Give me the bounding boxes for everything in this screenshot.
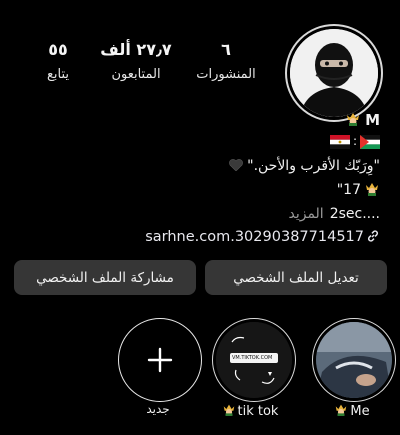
highlight-tiktok-label: tik tok — [208, 402, 292, 420]
bio-link-text[interactable]: sarhne.com.30290387714517 — [145, 229, 364, 245]
more-link[interactable]: المزيد — [288, 206, 323, 222]
posts-count: ٦ — [221, 40, 231, 59]
highlight-me-label: Me — [310, 402, 394, 420]
flag-separator-icon: : — [352, 134, 357, 148]
palestine-flag-icon — [360, 134, 380, 149]
highlight-tiktok[interactable]: VM.TIKTOK.COM — [212, 318, 296, 402]
king-emoji-icon — [334, 402, 348, 420]
posts-label: المنشورات — [196, 67, 256, 82]
link-icon — [366, 229, 380, 245]
black-heart-icon — [228, 158, 243, 174]
edit-profile-button[interactable]: تعديل الملف الشخصي — [205, 260, 387, 295]
king-emoji-icon — [222, 402, 236, 420]
new-highlight-label: جديد — [146, 402, 170, 416]
following-stat[interactable]: ٥٥ يتابع — [12, 40, 104, 82]
tiktok-badge-text: VM.TIKTOK.COM — [232, 355, 273, 361]
new-highlight-button[interactable] — [118, 318, 202, 402]
highlight-me[interactable] — [312, 318, 396, 402]
bio-more-line[interactable]: المزيد 2sec.... — [288, 206, 380, 222]
following-count: ٥٥ — [48, 40, 68, 59]
highlight-tiktok-cover: VM.TIKTOK.COM — [216, 322, 292, 398]
king-emoji-icon — [345, 110, 361, 130]
bio-link[interactable]: sarhne.com.30290387714517 — [145, 229, 380, 245]
highlight-me-cover — [316, 322, 392, 398]
profile-avatar-ring[interactable] — [285, 24, 383, 122]
age-text: "17 — [336, 182, 361, 198]
bio-truncated-text: 2sec.... — [329, 206, 380, 222]
king-emoji-icon — [364, 180, 380, 200]
plus-icon — [147, 340, 173, 380]
following-label: يتابع — [46, 67, 70, 82]
bio-quote-line: "وِرَبّك الأقرب والأحن." — [228, 158, 380, 174]
highlight-tiktok-text: tik tok — [237, 403, 279, 419]
posts-stat[interactable]: ٦ المنشورات — [180, 40, 272, 82]
profile-name-line: M — [345, 110, 380, 130]
bio-age-line: "17 — [337, 180, 380, 200]
bio-quote: "وِرَبّك الأقرب والأحن." — [247, 158, 380, 174]
profile-name: M — [365, 111, 380, 129]
highlight-me-text: Me — [350, 403, 370, 419]
flags-line: : — [329, 133, 380, 149]
share-profile-button[interactable]: مشاركة الملف الشخصي — [14, 260, 196, 295]
egypt-flag-icon — [329, 134, 350, 149]
profile-avatar — [290, 29, 378, 117]
